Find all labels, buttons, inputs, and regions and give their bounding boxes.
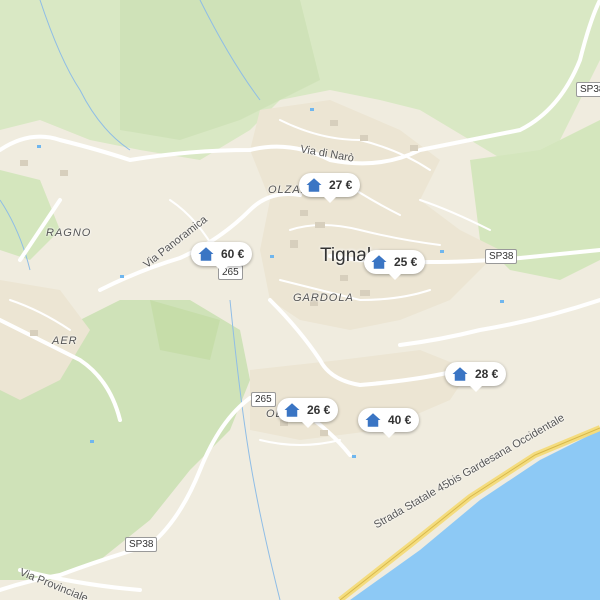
price-label: 28 € [475, 367, 499, 381]
price-marker[interactable]: 40 € [358, 408, 420, 438]
price-marker[interactable]: 26 € [277, 398, 339, 428]
price-label: 26 € [307, 403, 331, 417]
price-marker[interactable]: 25 € [364, 250, 426, 280]
house-icon [365, 413, 381, 427]
road-shield-sp38-east: SP38 [485, 249, 518, 264]
place-label-ragno: RAGNO [46, 227, 92, 239]
price-label: 25 € [394, 255, 418, 269]
road-shield-sp38-south: SP38 [125, 537, 158, 552]
price-marker[interactable]: 28 € [445, 362, 507, 392]
price-marker[interactable]: 60 € [191, 242, 253, 272]
house-icon [452, 367, 468, 381]
road-shield-265-b: 265 [251, 392, 276, 407]
price-label: 27 € [329, 178, 353, 192]
house-icon [371, 255, 387, 269]
price-label: 60 € [221, 247, 245, 261]
house-icon [284, 403, 300, 417]
place-label-aer: AER [52, 335, 78, 347]
road-shield-sp38-north: SP38 [576, 82, 600, 97]
map-canvas[interactable]: Tignale OLZANO RAGNO AER GARDOLA OLDESIO… [0, 0, 600, 600]
price-marker[interactable]: 27 € [299, 173, 361, 203]
house-icon [198, 247, 214, 261]
price-label: 40 € [388, 413, 412, 427]
place-label-gardola: GARDOLA [293, 292, 354, 304]
house-icon [306, 178, 322, 192]
